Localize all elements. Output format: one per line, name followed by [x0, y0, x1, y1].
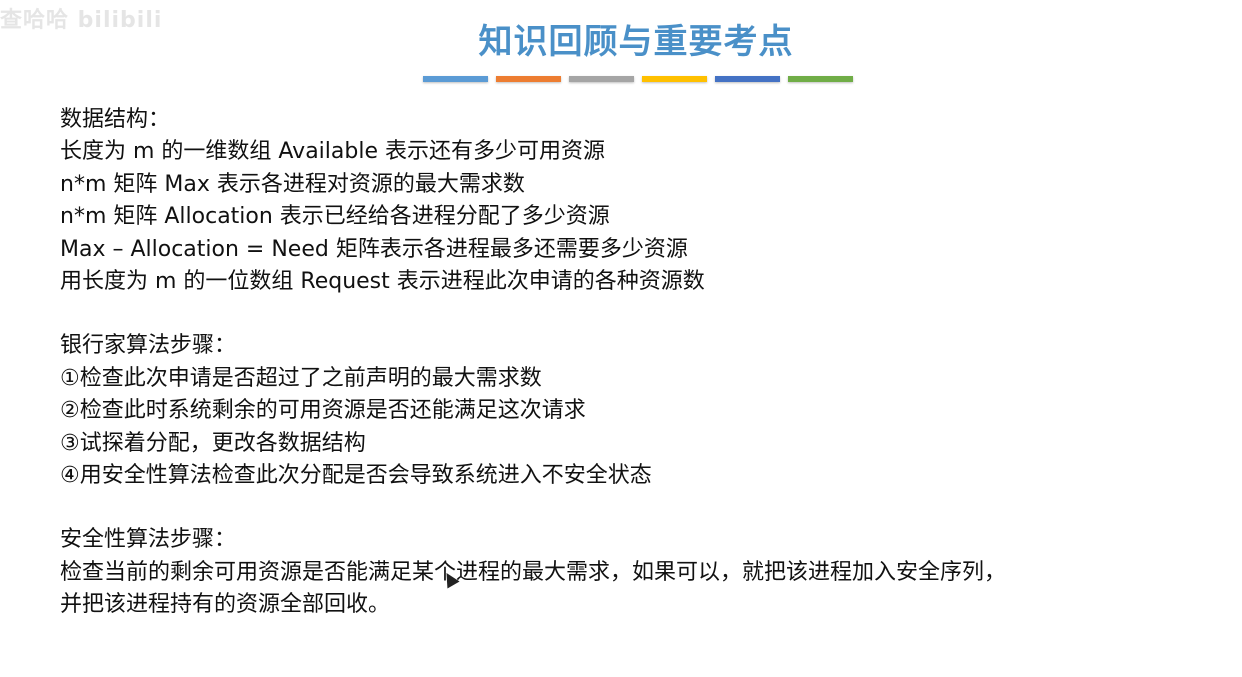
banker-step-line: ③试探着分配，更改各数据结构: [60, 430, 366, 456]
safety-step-line: 检查当前的剩余可用资源是否能满足某个进程的最大需求，如果可以，就把该进程加入安全…: [60, 559, 1007, 585]
safety-steps-heading: 安全性算法步骤：: [60, 527, 237, 553]
title-color-bar: [423, 76, 853, 82]
safety-step-line: 并把该进程持有的资源全部回收。: [60, 592, 391, 618]
data-structures-heading: 数据结构：: [60, 107, 171, 132]
banker-step-line: ①检查此次申请是否超过了之前声明的最大需求数: [60, 365, 542, 391]
slide-title: 知识回顾与重要考点: [478, 22, 794, 62]
color-segment-2: [496, 76, 561, 82]
color-segment-3: [569, 76, 634, 82]
data-structure-line: 用长度为 m 的一位数组 Request 表示进程此次申请的各种资源数: [60, 269, 705, 295]
color-segment-5: [715, 76, 780, 82]
data-structure-line: Max – Allocation = Need 矩阵表示各进程最多还需要多少资源: [60, 236, 688, 262]
data-structure-line: n*m 矩阵 Allocation 表示已经给各进程分配了多少资源: [60, 204, 610, 230]
banker-step-line: ④用安全性算法检查此次分配是否会导致系统进入不安全状态: [60, 463, 652, 489]
color-segment-6: [788, 76, 853, 82]
data-structure-line: n*m 矩阵 Max 表示各进程对资源的最大需求数: [60, 171, 525, 197]
banker-steps-heading: 银行家算法步骤：: [60, 333, 237, 359]
color-segment-4: [642, 76, 707, 82]
data-structure-line: 长度为 m 的一维数组 Available 表示还有多少可用资源: [60, 139, 605, 165]
banker-step-line: ②检查此时系统剩余的可用资源是否还能满足这次请求: [60, 398, 586, 424]
color-segment-1: [423, 76, 488, 82]
slide-body: 数据结构： 长度为 m 的一维数组 Available 表示还有多少可用资源 n…: [60, 104, 1230, 622]
